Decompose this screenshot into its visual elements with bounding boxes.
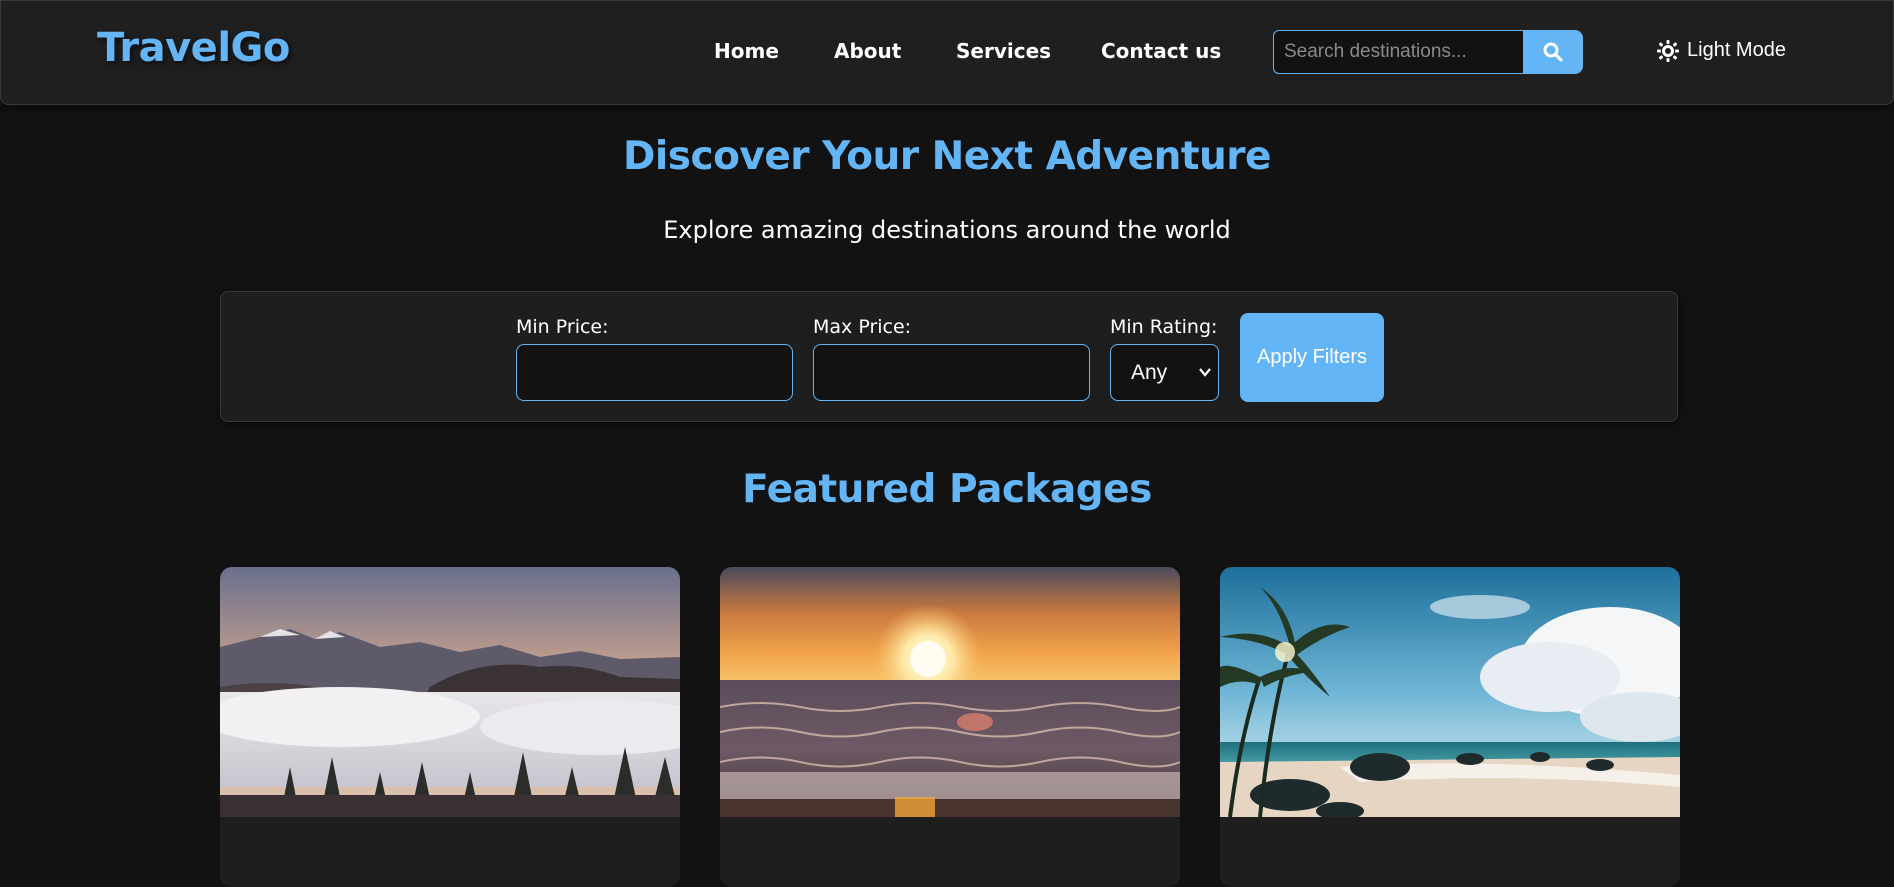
max-price-input[interactable] xyxy=(813,344,1090,401)
min-rating-value: Any xyxy=(1131,360,1168,384)
max-price-label: Max Price: xyxy=(813,316,912,338)
nav-link-services[interactable]: Services xyxy=(956,39,1051,63)
hero-title: Discover Your Next Adventure xyxy=(623,134,1271,179)
min-price-input[interactable] xyxy=(516,344,793,401)
hero-subtitle: Explore amazing destinations around the … xyxy=(663,216,1231,244)
package-card[interactable] xyxy=(720,567,1180,887)
package-card[interactable] xyxy=(220,567,680,887)
navbar: TravelGo Home About Services Contact us xyxy=(0,0,1894,105)
package-image-mountains xyxy=(220,567,680,817)
nav-link-contact[interactable]: Contact us xyxy=(1101,39,1221,63)
sun-icon xyxy=(1657,39,1679,62)
search-bar xyxy=(1273,30,1583,74)
package-image-sunset xyxy=(720,567,1180,817)
min-rating-label: Min Rating: xyxy=(1110,316,1218,338)
brand-logo[interactable]: TravelGo xyxy=(97,25,290,71)
nav-link-about[interactable]: About xyxy=(834,39,901,63)
theme-toggle-label: Light Mode xyxy=(1687,39,1786,61)
min-price-label: Min Price: xyxy=(516,316,609,338)
package-card[interactable] xyxy=(1220,567,1680,887)
filter-panel: Min Price: Max Price: Min Rating: Any Ap… xyxy=(220,291,1678,422)
search-button[interactable] xyxy=(1523,30,1583,74)
min-rating-select[interactable]: Any xyxy=(1110,344,1219,401)
search-icon xyxy=(1543,42,1563,62)
package-image-beach xyxy=(1220,567,1680,817)
nav-link-home[interactable]: Home xyxy=(714,39,779,63)
featured-packages-title: Featured Packages xyxy=(742,467,1152,512)
chevron-down-icon xyxy=(1199,368,1211,377)
search-input[interactable] xyxy=(1273,30,1523,74)
theme-toggle[interactable]: Light Mode xyxy=(1657,39,1786,62)
apply-filters-button[interactable]: Apply Filters xyxy=(1240,313,1384,402)
